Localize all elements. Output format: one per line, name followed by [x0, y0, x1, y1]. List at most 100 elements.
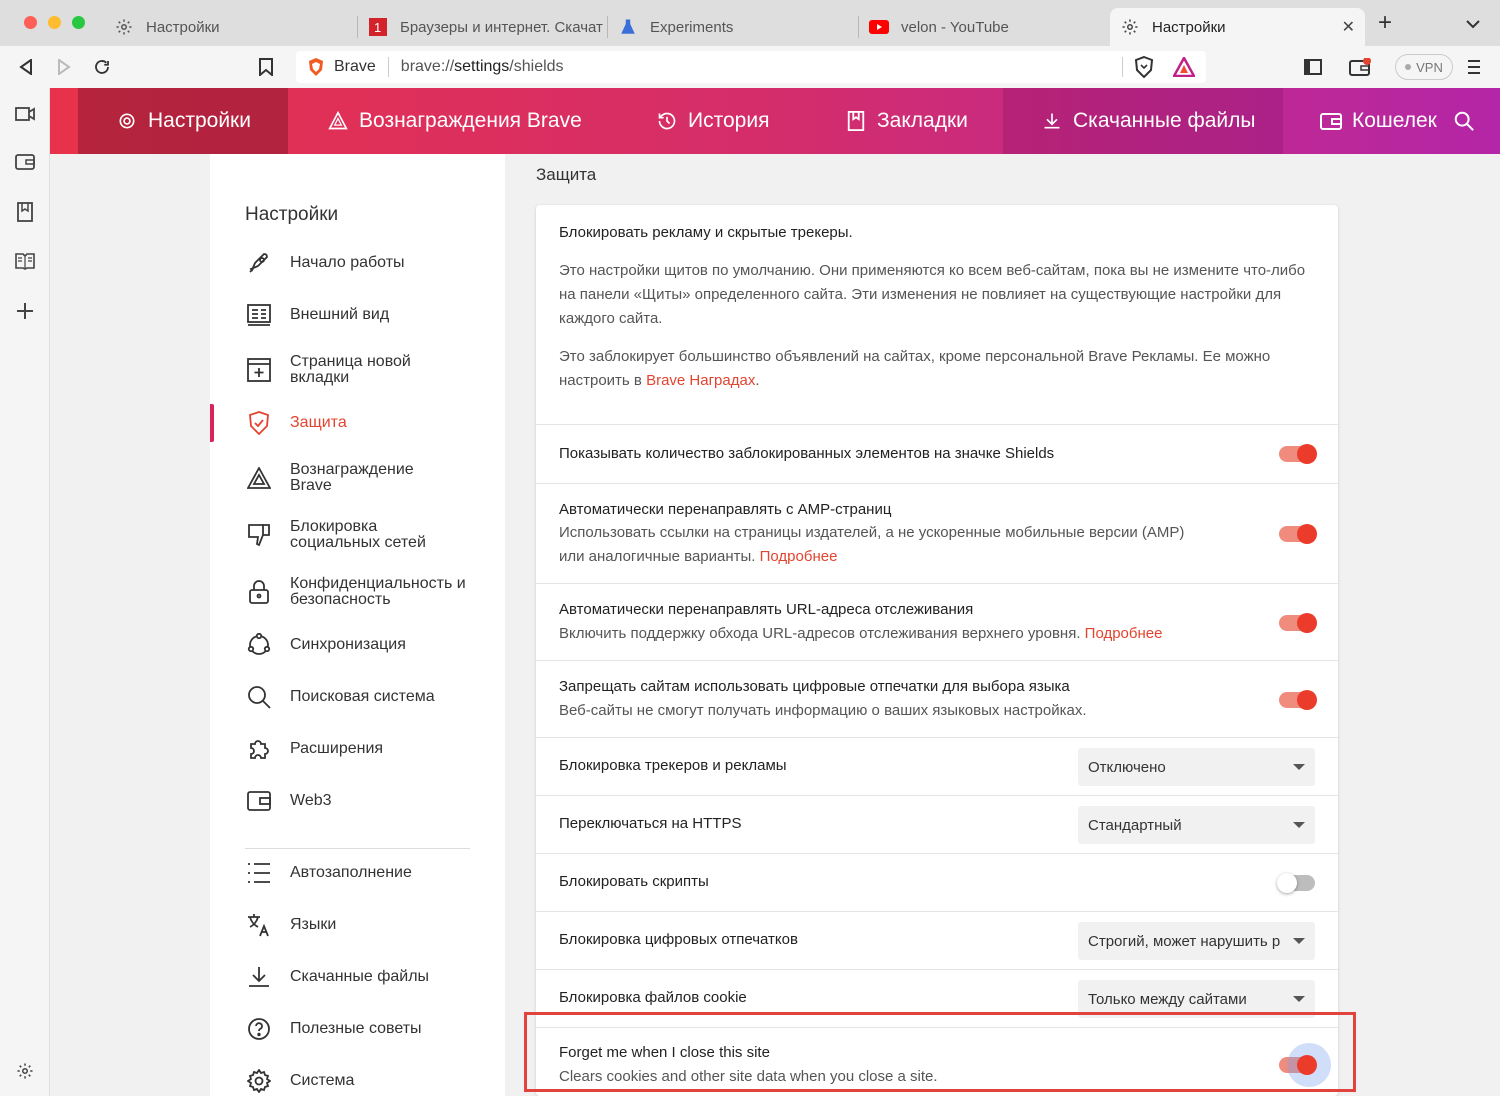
nav-item-new-tab[interactable]: Страница новой вкладки: [245, 354, 485, 386]
chevron-down-icon: [1293, 764, 1305, 770]
video-icon[interactable]: [13, 102, 37, 126]
fingerprint-language-toggle[interactable]: [1279, 690, 1317, 710]
setting-row-show-count: Показывать количество заблокированных эл…: [536, 424, 1338, 483]
search-icon[interactable]: [1453, 88, 1475, 154]
vpn-button[interactable]: VPN: [1395, 54, 1453, 80]
brave-rewards-icon[interactable]: [1171, 55, 1197, 82]
tab-experiments[interactable]: Experiments: [608, 8, 858, 46]
tab-youtube[interactable]: velon - YouTube: [859, 8, 1109, 46]
nav-item-rewards[interactable]: Вознаграждение Brave: [245, 462, 485, 494]
tab-title: Experiments: [650, 18, 734, 36]
bookmark-icon[interactable]: [254, 55, 278, 79]
settings-nav: Настройки Начало работы Внешний вид Стра…: [210, 154, 505, 1096]
setting-row-fingerprint-language: Запрещать сайтам использовать цифровые о…: [536, 660, 1338, 737]
gear-icon[interactable]: [13, 1059, 37, 1083]
flask-icon: [618, 17, 638, 37]
youtube-icon: [869, 17, 889, 37]
nav-item-search-engine[interactable]: Поисковая система: [245, 683, 485, 711]
setting-row-tracking-url: Автоматически перенаправлять URL-адреса …: [536, 583, 1338, 660]
close-tab-icon[interactable]: ✕: [1342, 17, 1355, 37]
maximize-window-button[interactable]: [72, 16, 85, 29]
header-item-wallet[interactable]: Кошелек: [1320, 88, 1437, 154]
reading-list-icon[interactable]: [13, 249, 37, 273]
header-item-history[interactable]: История: [656, 88, 769, 154]
tab-title: Настройки: [146, 18, 220, 36]
active-indicator: [210, 404, 214, 442]
show-count-toggle[interactable]: [1279, 444, 1317, 464]
nav-divider: [245, 848, 470, 849]
sidebar-toggle-icon[interactable]: [1301, 55, 1325, 79]
site-label: Brave: [334, 58, 376, 75]
nav-item-shields[interactable]: Защита: [245, 409, 485, 437]
wallet-icon: [1320, 110, 1342, 132]
header-item-bookmarks[interactable]: Закладки: [845, 88, 968, 154]
close-window-button[interactable]: [24, 16, 37, 29]
block-scripts-toggle[interactable]: [1277, 873, 1315, 893]
menu-icon[interactable]: [1462, 55, 1486, 79]
search-icon: [245, 683, 273, 711]
bookmarks-icon[interactable]: [13, 200, 37, 224]
setting-row-trackers-ads: Блокировка трекеров и рекламы Отключено: [536, 737, 1338, 795]
reload-icon[interactable]: [90, 55, 114, 79]
header-item-settings[interactable]: Настройки: [116, 88, 251, 154]
bookmark-icon: [845, 110, 867, 132]
browser-sidebar: [0, 88, 50, 1096]
triangle-icon: [245, 464, 273, 492]
shields-settings-card: Блокировать рекламу и скрытые трекеры. Э…: [536, 205, 1338, 1096]
add-icon[interactable]: [13, 299, 37, 323]
tracking-learn-more-link[interactable]: Подробнее: [1085, 625, 1163, 642]
nav-item-get-started[interactable]: Начало работы: [245, 249, 485, 277]
tab-settings-1[interactable]: Настройки: [104, 8, 354, 46]
intro-paragraph-2: Это заблокирует большинство объявлений н…: [559, 348, 1271, 389]
trackers-ads-select[interactable]: Отключено: [1078, 748, 1315, 786]
gear-icon: [1120, 17, 1140, 37]
wallet-icon[interactable]: [1348, 55, 1372, 79]
nav-item-appearance[interactable]: Внешний вид: [245, 301, 485, 329]
nav-item-privacy[interactable]: Конфиденциальность и безопасность: [245, 576, 485, 608]
tab-browsers[interactable]: 1 Браузеры и интернет. Скачат: [358, 8, 603, 46]
brave-shields-icon[interactable]: [1134, 55, 1154, 83]
gear-icon: [114, 17, 134, 37]
tab-strip: Настройки 1 Браузеры и интернет. Скачат …: [0, 0, 1500, 46]
tab-title: Настройки: [1152, 18, 1226, 36]
nav-item-web3[interactable]: Web3: [245, 787, 485, 815]
header-item-downloads[interactable]: Скачанные файлы: [1041, 88, 1256, 154]
tab-list-chevron-icon[interactable]: [1466, 16, 1480, 32]
nav-item-help-tips[interactable]: Полезные советы: [245, 1015, 485, 1043]
tab-title: velon - YouTube: [901, 18, 1009, 36]
nav-item-social-blocking[interactable]: Блокировка социальных сетей: [245, 519, 485, 551]
nav-item-downloads[interactable]: Скачанные файлы: [245, 963, 485, 991]
url-text[interactable]: brave://settings/shields: [401, 58, 564, 76]
rewards-link[interactable]: Brave Наградах: [646, 372, 755, 389]
setting-row-fingerprinting: Блокировка цифровых отпечатков Строгий, …: [536, 911, 1338, 969]
history-icon: [656, 110, 678, 132]
nav-item-autofill[interactable]: Автозаполнение: [245, 859, 485, 887]
fingerprinting-select[interactable]: Строгий, может нарушить р: [1078, 922, 1315, 960]
header-item-rewards[interactable]: Вознаграждения Brave: [327, 88, 582, 154]
tab-settings-active[interactable]: Настройки ✕: [1110, 8, 1365, 46]
address-bar[interactable]: Brave brave://settings/shields: [296, 51, 1206, 83]
amp-toggle[interactable]: [1279, 524, 1317, 544]
appearance-icon: [245, 301, 273, 329]
chevron-down-icon: [1293, 822, 1305, 828]
triangle-icon: [327, 110, 349, 132]
nav-item-languages[interactable]: Языки: [245, 911, 485, 939]
svg-text:1: 1: [374, 20, 381, 35]
back-icon[interactable]: [14, 55, 38, 79]
puzzle-icon: [245, 735, 273, 763]
forward-icon[interactable]: [52, 55, 76, 79]
list-icon: [245, 859, 273, 887]
amp-learn-more-link[interactable]: Подробнее: [760, 548, 838, 565]
new-tab-icon: [245, 356, 273, 384]
nav-item-system[interactable]: Система: [245, 1067, 485, 1095]
nav-item-sync[interactable]: Синхронизация: [245, 631, 485, 659]
tracking-url-toggle[interactable]: [1279, 613, 1317, 633]
minimize-window-button[interactable]: [48, 16, 61, 29]
download-icon: [1041, 110, 1063, 132]
new-tab-button[interactable]: +: [1378, 11, 1392, 35]
setting-row-scripts: Блокировать скрипты: [536, 853, 1338, 911]
wallet-icon[interactable]: [13, 150, 37, 174]
nav-item-extensions[interactable]: Расширения: [245, 735, 485, 763]
https-select[interactable]: Стандартный: [1078, 806, 1315, 844]
gear-icon: [116, 110, 138, 132]
